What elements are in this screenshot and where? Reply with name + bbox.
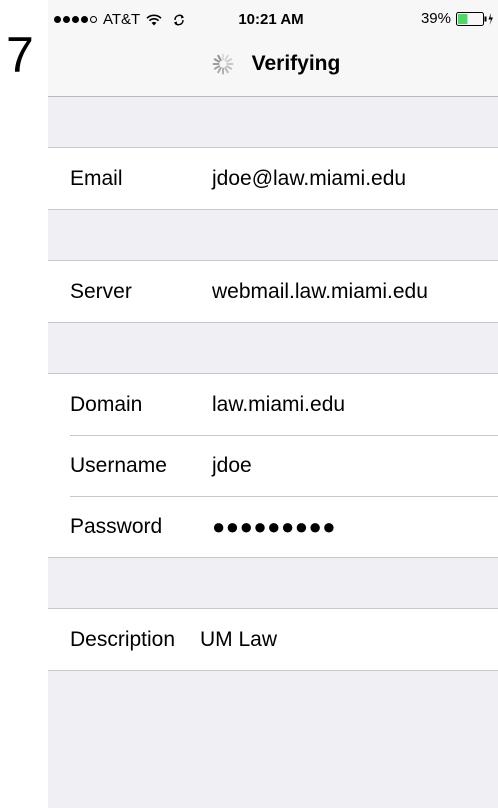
domain-label: Domain	[70, 392, 143, 416]
email-label: Email	[70, 166, 123, 190]
server-group: Server webmail.law.miami.edu	[48, 260, 498, 323]
spinner-icon	[212, 53, 234, 75]
status-bar: AT&T 10:21 AM 39%	[48, 0, 498, 40]
description-field[interactable]: UM Law	[200, 628, 277, 652]
email-row[interactable]: Email jdoe@law.miami.edu	[48, 148, 498, 209]
status-left: AT&T	[54, 11, 186, 28]
spinner-spoke	[223, 66, 229, 74]
server-row[interactable]: Server webmail.law.miami.edu	[48, 261, 498, 322]
wifi-icon	[146, 14, 162, 25]
password-label: Password	[70, 514, 163, 538]
spinner-spoke	[213, 65, 220, 70]
spinner-spoke	[225, 65, 232, 70]
carrier-name: AT&T	[103, 11, 141, 28]
email-group: Email jdoe@law.miami.edu	[48, 147, 498, 210]
section-spacer	[48, 210, 498, 260]
spinner-spoke	[225, 58, 232, 63]
description-label: Description	[70, 627, 176, 651]
battery-percent: 39%	[420, 10, 451, 27]
spinner-spoke	[213, 58, 220, 63]
section-spacer	[48, 323, 498, 373]
status-right: 39%	[421, 10, 494, 27]
section-spacer	[48, 558, 498, 608]
password-field[interactable]: ●●●●●●●●●	[212, 514, 336, 540]
server-field[interactable]: webmail.law.miami.edu	[212, 280, 428, 304]
account-form: Email jdoe@law.miami.edu Server webmail.…	[48, 97, 498, 671]
spinner-spoke	[223, 54, 229, 62]
description-row[interactable]: Description UM Law	[48, 609, 498, 670]
server-label: Server	[70, 279, 132, 303]
username-row[interactable]: Username jdoe	[48, 435, 498, 496]
username-label: Username	[70, 453, 167, 477]
step-number: 7	[6, 27, 34, 83]
battery-icon	[456, 11, 493, 26]
page-title: Verifying	[251, 52, 341, 75]
status-time: 10:21 AM	[238, 11, 304, 28]
signal-strength-icon	[54, 16, 97, 23]
sync-icon	[174, 14, 185, 25]
phone-screen: AT&T 10:21 AM 39% Verifying Email jdoe@l…	[48, 0, 498, 808]
description-group: Description UM Law	[48, 608, 498, 671]
section-spacer	[48, 97, 498, 147]
password-row[interactable]: Password ●●●●●●●●●	[48, 496, 498, 557]
domain-field[interactable]: law.miami.edu	[212, 393, 345, 417]
credentials-group: Domain law.miami.edu Username jdoe Passw…	[48, 373, 498, 558]
username-field[interactable]: jdoe	[212, 454, 252, 478]
spinner-spoke	[216, 66, 222, 74]
navigation-bar: AT&T 10:21 AM 39% Verifying	[48, 0, 498, 97]
email-field[interactable]: jdoe@law.miami.edu	[212, 167, 406, 191]
spinner-spoke	[216, 54, 222, 62]
domain-row[interactable]: Domain law.miami.edu	[48, 374, 498, 435]
nav-title-wrap: Verifying	[48, 52, 498, 76]
